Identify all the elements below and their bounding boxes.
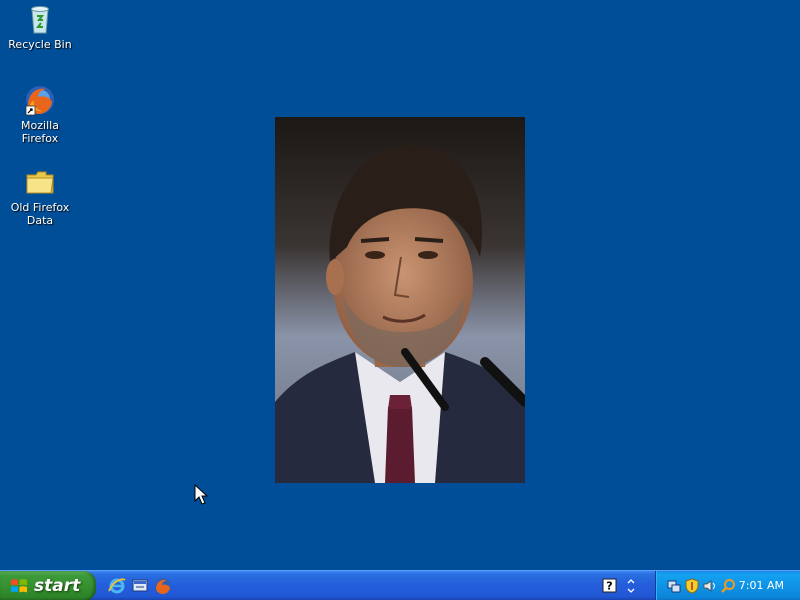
desktop-icon-label: Old Firefox Data xyxy=(10,201,70,227)
desktop-icon-mozilla-firefox[interactable]: Mozilla Firefox xyxy=(2,84,78,145)
help-icon[interactable]: ? xyxy=(602,578,617,593)
desktop-icon-label: Mozilla Firefox xyxy=(21,119,59,145)
start-button[interactable]: start xyxy=(0,571,96,600)
internet-explorer-icon[interactable] xyxy=(108,577,126,595)
start-label: start xyxy=(34,576,81,596)
mouse-cursor-icon xyxy=(194,484,208,505)
folder-icon xyxy=(26,171,54,194)
sound-icon[interactable] xyxy=(702,578,718,594)
search-icon[interactable] xyxy=(720,578,736,594)
windows-logo-icon xyxy=(11,579,27,593)
portrait-photo xyxy=(275,117,525,483)
desktop-icon-label: Recycle Bin xyxy=(8,38,72,51)
person-portrait-photo xyxy=(275,117,525,483)
recycle-bin-icon xyxy=(31,6,49,34)
taskbar: start ? 7:01 AM xyxy=(0,570,800,600)
network-icon[interactable] xyxy=(666,578,682,594)
desktop-icon-recycle-bin[interactable]: Recycle Bin xyxy=(2,3,78,51)
firefox-icon xyxy=(25,86,54,116)
system-tray: 7:01 AM xyxy=(655,571,800,600)
security-shield-icon[interactable] xyxy=(684,578,700,594)
desktop-icon-old-firefox-data[interactable]: Old Firefox Data xyxy=(2,166,78,227)
desktop[interactable]: Recycle Bin Mozilla Firefox Old Firefox … xyxy=(0,0,800,570)
show-desktop-icon[interactable] xyxy=(131,577,149,595)
firefox-icon[interactable] xyxy=(154,577,172,595)
clock[interactable]: 7:01 AM xyxy=(739,579,784,592)
toolbar-expand-icon[interactable] xyxy=(626,576,636,596)
svg-text:?: ? xyxy=(606,580,612,593)
